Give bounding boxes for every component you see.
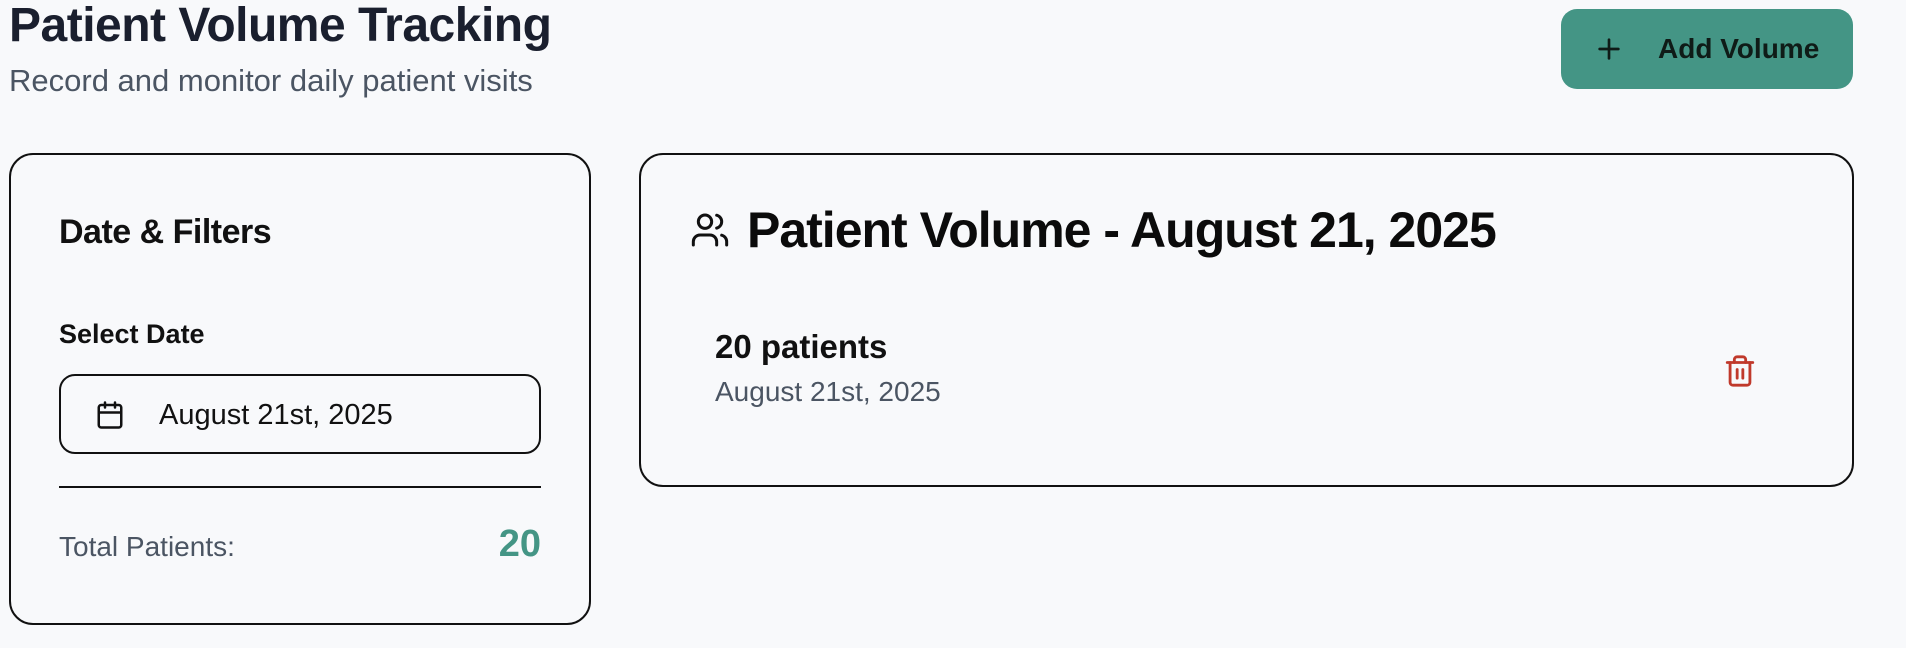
select-date-label: Select Date [59, 319, 205, 349]
delete-entry-button[interactable] [1719, 351, 1761, 393]
volume-entry-date: August 21st, 2025 [715, 376, 941, 407]
page-title: Patient Volume Tracking [9, 0, 552, 52]
trash-icon [1723, 354, 1757, 391]
volume-entry-count: 20 patients [715, 328, 888, 365]
page-subtitle: Record and monitor daily patient visits [9, 63, 533, 98]
total-patients-label: Total Patients: [59, 531, 235, 562]
divider [59, 486, 541, 488]
add-volume-button[interactable]: Add Volume [1561, 9, 1853, 89]
plus-icon [1593, 33, 1625, 65]
patient-volume-title: Patient Volume - August 21, 2025 [747, 202, 1497, 258]
filters-card: Date & Filters Select Date August 21st, … [9, 153, 591, 625]
total-patients-value: 20 [498, 523, 541, 565]
calendar-icon [95, 400, 125, 430]
selected-date-value: August 21st, 2025 [159, 399, 393, 431]
users-icon [690, 210, 730, 250]
patient-volume-card: Patient Volume - August 21, 2025 20 pati… [639, 153, 1854, 487]
filters-title: Date & Filters [59, 213, 272, 251]
add-volume-label: Add Volume [1658, 33, 1820, 64]
date-picker-button[interactable]: August 21st, 2025 [59, 374, 541, 454]
